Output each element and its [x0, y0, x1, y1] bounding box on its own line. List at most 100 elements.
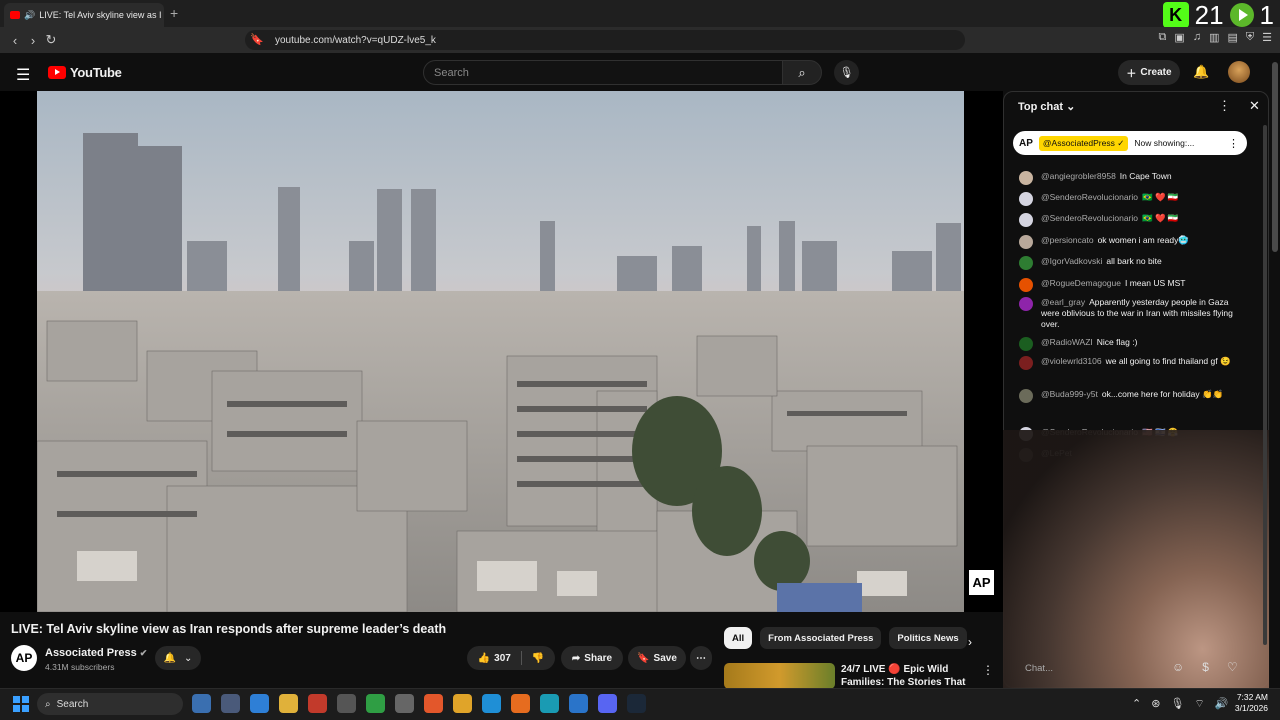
wifi-icon[interactable]: ⌔	[1194, 697, 1204, 711]
wallet-icon[interactable]: ▤	[1227, 31, 1237, 44]
app-icon-5[interactable]	[366, 694, 385, 713]
chat-author-name[interactable]: @Buda999-y5t	[1041, 389, 1098, 399]
vpn-icon[interactable]: ⛨	[1246, 31, 1254, 44]
video-player[interactable]	[37, 91, 964, 612]
chat-author-name[interactable]: @SenderoRevolucionario	[1041, 213, 1138, 223]
brave-icon[interactable]	[424, 694, 443, 713]
page-scrollbar[interactable]	[1272, 62, 1278, 252]
chat-message: @SenderoRevolucionario 🇧🇷 ❤️ 🇮🇷	[1019, 192, 1249, 206]
chat-message-body: @SenderoRevolucionario 🇧🇷 ❤️ 🇮🇷	[1041, 213, 1178, 227]
dislike-button[interactable]: 👎	[532, 653, 544, 664]
channel-name[interactable]: Associated Press ✔	[45, 647, 147, 659]
chat-author-avatar[interactable]	[1019, 213, 1033, 227]
recommendation-more-icon[interactable]: ⋮	[982, 663, 994, 677]
notifications-bell-icon[interactable]: 🔔	[1193, 64, 1209, 80]
share-button[interactable]: ➦ Share	[561, 646, 623, 670]
hamburger-menu-icon[interactable]: ☰	[16, 65, 30, 85]
bell-icon: 🔔	[163, 652, 177, 664]
screenshot-icon[interactable]: ▣	[1174, 31, 1184, 44]
chat-author-name[interactable]: @SenderoRevolucionario	[1041, 192, 1138, 202]
chat-author-name[interactable]: @IgorVadkovski	[1041, 256, 1102, 266]
chat-more-icon[interactable]: ⋮	[1218, 98, 1231, 114]
chat-author-name[interactable]: @RogueDemagogue	[1041, 278, 1121, 288]
chat-author-avatar[interactable]	[1019, 356, 1033, 370]
recommendation-thumbnail[interactable]	[724, 663, 835, 689]
url-field[interactable]: youtube.com/watch?v=qUDZ-lve5_k	[245, 30, 965, 50]
chip-politics-news[interactable]: Politics News	[889, 627, 967, 649]
app-icon-6[interactable]	[395, 694, 414, 713]
chat-author-avatar[interactable]	[1019, 297, 1033, 311]
chip-from-ap[interactable]: From Associated Press	[760, 627, 882, 649]
taskview-icon[interactable]	[192, 694, 211, 713]
music-icon[interactable]: ♫	[1193, 31, 1201, 44]
stream-overlay-counter: K 21 1	[1162, 2, 1274, 28]
chat-author-avatar[interactable]	[1019, 337, 1033, 351]
chat-author-avatar[interactable]	[1019, 278, 1033, 292]
emoji-icon[interactable]: ☺	[1172, 660, 1184, 674]
file-explorer-icon[interactable]	[279, 694, 298, 713]
arduino-icon[interactable]	[540, 694, 559, 713]
chat-author-name[interactable]: @violewrld3106	[1041, 356, 1102, 366]
chat-author-name[interactable]: @angiegrobler8958	[1041, 171, 1116, 181]
system-clock[interactable]: 7:32 AM 3/1/2026	[1228, 692, 1268, 714]
super-chat-icon[interactable]: $	[1202, 660, 1209, 674]
app-icon-4[interactable]	[337, 694, 356, 713]
youtube-logo[interactable]: YouTube	[48, 65, 122, 80]
chat-input[interactable]: Chat...	[1017, 658, 1167, 678]
chip-all[interactable]: All	[724, 627, 753, 649]
like-button[interactable]: 👍 307	[478, 653, 511, 664]
taskbar-search[interactable]: ⌕ Search	[37, 693, 183, 715]
chat-author-name[interactable]: @earl_gray	[1041, 297, 1085, 307]
menu-icon[interactable]: ☰	[1262, 31, 1272, 44]
chat-scrollbar[interactable]	[1263, 125, 1267, 645]
chat-author-avatar[interactable]	[1019, 192, 1033, 206]
close-chat-icon[interactable]: ✕	[1249, 98, 1260, 114]
heart-icon[interactable]: ♡	[1227, 660, 1238, 674]
browser-tab[interactable]: 🔊 LIVE: Tel Aviv skyline view as I ✕	[4, 3, 164, 27]
tel-aviv-skyline-frame	[37, 91, 964, 612]
subscription-notification-button[interactable]: 🔔 ⌄	[155, 646, 201, 670]
app-icon-3[interactable]	[308, 694, 327, 713]
voice-search-button[interactable]: 🎙	[834, 60, 859, 85]
app-icon-1[interactable]	[221, 694, 240, 713]
account-avatar[interactable]	[1228, 61, 1250, 83]
chrome-icon[interactable]	[453, 694, 472, 713]
bookmark-icon[interactable]: 🔖	[250, 33, 264, 46]
chat-author-avatar[interactable]	[1019, 256, 1033, 270]
create-button[interactable]: ＋ Create	[1118, 60, 1180, 85]
new-tab-button[interactable]: +	[170, 5, 178, 21]
volume-icon[interactable]: 🔊	[1215, 697, 1229, 711]
chat-mode-dropdown[interactable]: Top chat ⌄	[1018, 100, 1075, 113]
chat-author-avatar[interactable]	[1019, 235, 1033, 249]
chat-author-name[interactable]: @persioncato	[1041, 235, 1094, 245]
firefox-icon[interactable]	[511, 694, 530, 713]
forward-icon[interactable]: ›	[24, 33, 42, 48]
mic-icon: 🎙	[839, 67, 854, 79]
pinned-banner[interactable]: AP @AssociatedPress ✓ Now showing:... ⋮	[1013, 131, 1247, 155]
taskbar-apps	[192, 694, 646, 713]
steam-icon[interactable]	[627, 694, 646, 713]
discord-icon[interactable]	[598, 694, 617, 713]
vscode-icon[interactable]	[569, 694, 588, 713]
app-icon-2[interactable]	[250, 694, 269, 713]
channel-avatar[interactable]: AP	[11, 645, 37, 671]
chevron-right-icon[interactable]: ›	[968, 635, 972, 649]
chat-author-name[interactable]: @RadioWAZI	[1041, 337, 1093, 347]
chat-author-avatar[interactable]	[1019, 171, 1033, 185]
extensions-icon[interactable]: ⧉	[1159, 31, 1167, 44]
back-icon[interactable]: ‹	[6, 33, 24, 48]
sidebar-icon[interactable]: ▥	[1209, 31, 1219, 44]
chevron-up-icon[interactable]: ⌃	[1132, 697, 1141, 711]
reload-icon[interactable]: ↻	[42, 32, 60, 48]
search-input[interactable]: Search	[423, 60, 783, 85]
save-button[interactable]: 🔖 Save	[628, 646, 686, 670]
pinned-more-icon[interactable]: ⋮	[1228, 137, 1239, 150]
chat-author-avatar[interactable]	[1019, 389, 1033, 403]
network-icon[interactable]: ⊛	[1151, 697, 1160, 711]
search-button[interactable]: ⌕	[782, 60, 822, 85]
windows-start-icon[interactable]	[13, 696, 29, 712]
mic-icon[interactable]: 🎙	[1170, 697, 1184, 711]
more-actions-button[interactable]: ⋯	[690, 646, 712, 670]
edge-icon[interactable]	[482, 694, 501, 713]
player-letterbox-left	[0, 91, 37, 612]
